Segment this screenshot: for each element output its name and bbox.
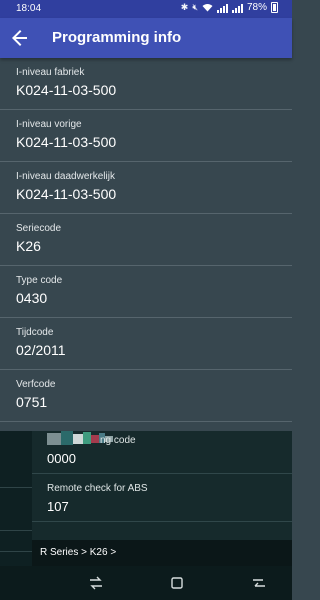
item-label: Tijdcode <box>16 327 54 338</box>
list-item[interactable]: Verfcode 0751 <box>0 370 292 422</box>
programming-info-list: I-niveau fabriek K024-11-03-500 I-niveau… <box>0 58 292 422</box>
signal-icon-2 <box>231 3 243 13</box>
list-item[interactable]: Tijdcode 02/2011 <box>0 318 292 370</box>
left-strip <box>0 431 32 573</box>
status-icons: ✱ 🔇︎ 78% <box>181 2 278 13</box>
item-label: Verfcode <box>16 379 56 390</box>
item-label: Seriecode <box>16 223 62 234</box>
item-label: I-niveau vorige <box>16 119 82 130</box>
status-bar: 18:04 ✱ 🔇︎ 78% <box>0 0 292 18</box>
item-label: ng code <box>100 435 136 446</box>
breadcrumb[interactable]: R Series > K26 > <box>32 540 292 566</box>
home-icon[interactable] <box>168 574 186 592</box>
list-item[interactable]: ng code 0000 <box>32 431 292 474</box>
list-item[interactable]: I-niveau daadwerkelijk K024-11-03-500 <box>0 162 292 214</box>
item-value: K024-11-03-500 <box>16 186 117 202</box>
wifi-icon <box>202 4 213 12</box>
list-item[interactable]: Remote check for ABS 107 <box>32 479 292 522</box>
item-value: K26 <box>16 238 41 254</box>
item-label: I-niveau daadwerkelijk <box>16 171 115 182</box>
status-time: 18:04 <box>16 3 42 14</box>
toolbar: Programming info <box>0 18 292 58</box>
item-label: Type code <box>16 275 63 286</box>
list-item[interactable]: Type code 0430 <box>0 266 292 318</box>
item-value: 0751 <box>16 394 48 410</box>
recent-apps-icon[interactable] <box>87 574 105 592</box>
item-value: 0000 <box>47 451 76 466</box>
item-value: 0430 <box>16 290 48 306</box>
list-item[interactable]: I-niveau vorige K024-11-03-500 <box>0 110 292 162</box>
signal-icon <box>216 3 228 13</box>
bluetooth-icon: ✱ <box>180 2 189 12</box>
mute-icon: 🔇︎ <box>192 2 198 12</box>
battery-icon <box>271 2 278 13</box>
battery-percent: 78% <box>246 2 267 13</box>
arrow-left-icon[interactable] <box>8 26 32 50</box>
list-item[interactable]: I-niveau fabriek K024-11-03-500 <box>0 58 292 110</box>
list-item[interactable]: Seriecode K26 <box>0 214 292 266</box>
navigation-bar <box>0 566 292 600</box>
page-title: Programming info <box>52 29 182 46</box>
back-icon[interactable] <box>250 574 268 592</box>
item-value: K024-11-03-500 <box>16 134 117 150</box>
item-value: K024-11-03-500 <box>16 82 117 98</box>
item-label: I-niveau fabriek <box>16 67 85 78</box>
item-label: Remote check for ABS <box>47 483 148 494</box>
item-value: 02/2011 <box>16 342 66 358</box>
item-value: 107 <box>47 499 69 514</box>
